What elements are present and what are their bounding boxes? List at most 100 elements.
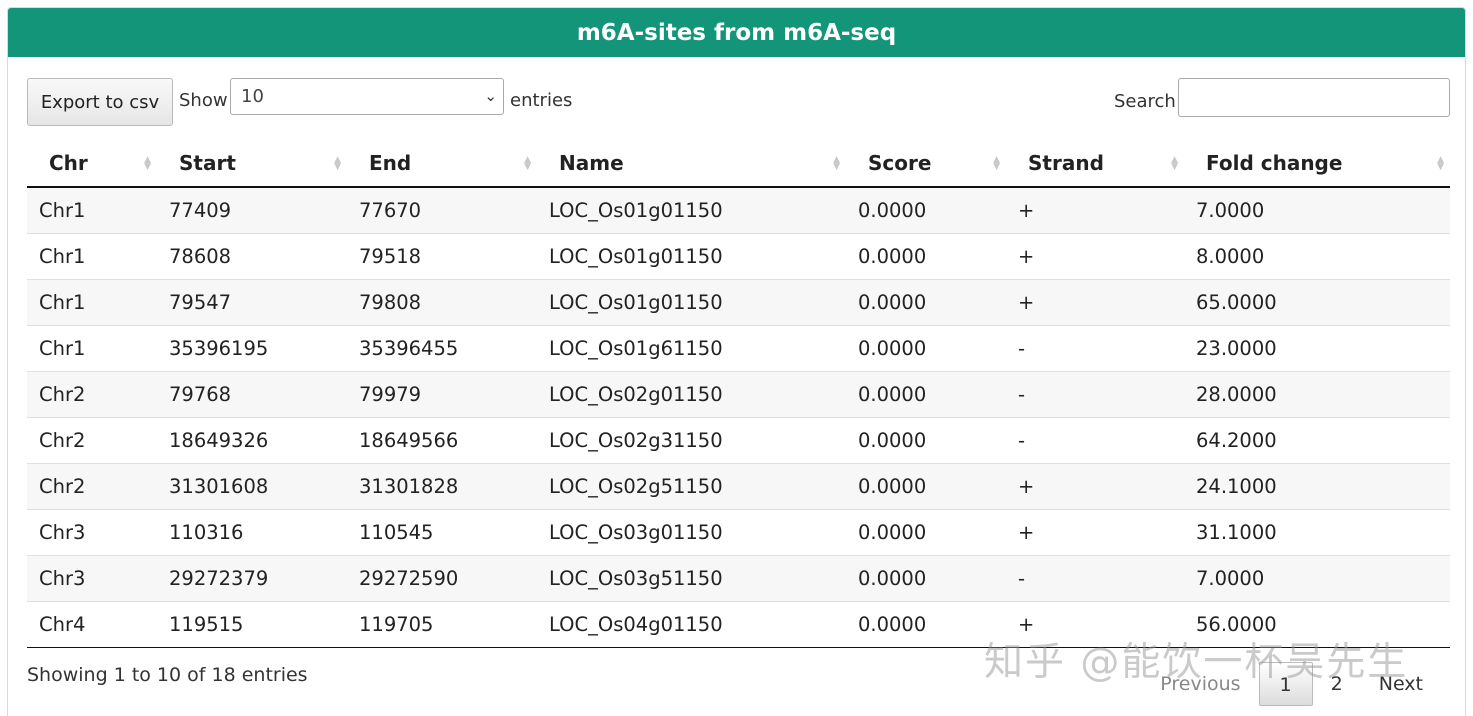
cell-chr: Chr1 bbox=[27, 187, 157, 233]
cell-fold-change: 56.0000 bbox=[1184, 600, 1450, 648]
cell-fold-change: 24.1000 bbox=[1184, 462, 1450, 509]
search-label: Search: bbox=[1114, 91, 1182, 112]
panel-title: m6A-sites from m6A-seq bbox=[8, 8, 1465, 57]
sort-icon: ▲ ▼ bbox=[144, 155, 151, 172]
cell-end: 77670 bbox=[347, 187, 537, 233]
column-header-end[interactable]: End ▲ ▼ bbox=[347, 140, 537, 188]
column-header-start[interactable]: Start ▲ ▼ bbox=[157, 140, 347, 188]
column-header-fold-change[interactable]: Fold change ▲ ▼ bbox=[1184, 140, 1450, 188]
table-row[interactable]: Chr3 110316 110545 LOC_Os03g01150 0.0000 +31.… bbox=[27, 508, 1450, 555]
cell-score: 0.0000 bbox=[846, 187, 1006, 233]
cell-strand: + bbox=[1006, 278, 1184, 325]
cell-score: 0.0000 bbox=[846, 600, 1006, 648]
cell-end: 110545 bbox=[347, 508, 537, 555]
cell-start: 35396195 bbox=[157, 324, 347, 371]
entries-per-page-select[interactable]: 10 ⌄ bbox=[230, 78, 504, 115]
cell-end: 119705 bbox=[347, 600, 537, 648]
cell-start: 18649326 bbox=[157, 416, 347, 463]
table-row[interactable]: Chr1 78608 79518 LOC_Os01g01150 0.0000 +8.000… bbox=[27, 232, 1450, 279]
cell-end: 35396455 bbox=[347, 324, 537, 371]
page-2-button[interactable]: 2 bbox=[1313, 662, 1361, 706]
table-row[interactable]: Chr2 31301608 31301828 LOC_Os02g51150 0.0000… bbox=[27, 462, 1450, 509]
cell-name: LOC_Os01g01150 bbox=[537, 232, 846, 279]
cell-chr: Chr3 bbox=[27, 508, 157, 555]
previous-page-button[interactable]: Previous bbox=[1142, 662, 1258, 706]
cell-end: 18649566 bbox=[347, 416, 537, 463]
cell-score: 0.0000 bbox=[846, 462, 1006, 509]
cell-end: 31301828 bbox=[347, 462, 537, 509]
column-header-score[interactable]: Score ▲ ▼ bbox=[846, 140, 1006, 188]
cell-strand: + bbox=[1006, 600, 1184, 648]
cell-strand: + bbox=[1006, 508, 1184, 555]
entries-per-page-value: 10 bbox=[241, 86, 264, 107]
cell-strand: - bbox=[1006, 324, 1184, 371]
cell-name: LOC_Os01g01150 bbox=[537, 187, 846, 233]
cell-chr: Chr1 bbox=[27, 324, 157, 371]
next-page-button[interactable]: Next bbox=[1361, 662, 1441, 706]
table-info: Showing 1 to 10 of 18 entries bbox=[27, 664, 308, 686]
cell-strand: - bbox=[1006, 370, 1184, 417]
data-table: Chr ▲ ▼ Start ▲ ▼ End ▲ ▼ Name ▲ ▼ Score ▲ ▼ Stran… bbox=[27, 140, 1450, 648]
cell-end: 79979 bbox=[347, 370, 537, 417]
cell-start: 119515 bbox=[157, 600, 347, 648]
cell-chr: Chr3 bbox=[27, 554, 157, 601]
cell-end: 79518 bbox=[347, 232, 537, 279]
table-row[interactable]: Chr4 119515 119705 LOC_Os04g01150 0.0000 +56.… bbox=[27, 600, 1450, 648]
table-row[interactable]: Chr3 29272379 29272590 LOC_Os03g51150 0.0000… bbox=[27, 554, 1450, 601]
cell-chr: Chr4 bbox=[27, 600, 157, 648]
column-header-chr[interactable]: Chr ▲ ▼ bbox=[27, 140, 157, 188]
column-header-strand[interactable]: Strand ▲ ▼ bbox=[1006, 140, 1184, 188]
table-header-row: Chr ▲ ▼ Start ▲ ▼ End ▲ ▼ Name ▲ ▼ Score ▲ ▼ Stran… bbox=[27, 140, 1450, 188]
cell-score: 0.0000 bbox=[846, 278, 1006, 325]
cell-fold-change: 65.0000 bbox=[1184, 278, 1450, 325]
table-row[interactable]: Chr1 35396195 35396455 LOC_Os01g61150 0.0000… bbox=[27, 324, 1450, 371]
cell-end: 29272590 bbox=[347, 554, 537, 601]
cell-name: LOC_Os03g01150 bbox=[537, 508, 846, 555]
cell-fold-change: 7.0000 bbox=[1184, 554, 1450, 601]
cell-score: 0.0000 bbox=[846, 232, 1006, 279]
show-label: Show bbox=[179, 90, 228, 111]
cell-strand: + bbox=[1006, 232, 1184, 279]
table-row[interactable]: Chr2 18649326 18649566 LOC_Os02g31150 0.0000… bbox=[27, 416, 1450, 463]
cell-start: 79768 bbox=[157, 370, 347, 417]
cell-score: 0.0000 bbox=[846, 416, 1006, 463]
pagination: Previous 1 2 Next bbox=[1142, 662, 1441, 706]
cell-start: 77409 bbox=[157, 187, 347, 233]
cell-name: LOC_Os04g01150 bbox=[537, 600, 846, 648]
cell-strand: + bbox=[1006, 187, 1184, 233]
cell-fold-change: 64.2000 bbox=[1184, 416, 1450, 463]
sort-icon: ▲ ▼ bbox=[993, 155, 1000, 172]
cell-strand: + bbox=[1006, 462, 1184, 509]
cell-name: LOC_Os01g61150 bbox=[537, 324, 846, 371]
sort-icon: ▲ ▼ bbox=[833, 155, 840, 172]
cell-chr: Chr2 bbox=[27, 416, 157, 463]
cell-chr: Chr2 bbox=[27, 370, 157, 417]
page-1-button[interactable]: 1 bbox=[1258, 662, 1313, 706]
cell-fold-change: 23.0000 bbox=[1184, 324, 1450, 371]
cell-chr: Chr2 bbox=[27, 462, 157, 509]
cell-score: 0.0000 bbox=[846, 324, 1006, 371]
cell-end: 79808 bbox=[347, 278, 537, 325]
cell-strand: - bbox=[1006, 554, 1184, 601]
column-header-name[interactable]: Name ▲ ▼ bbox=[537, 140, 846, 188]
cell-fold-change: 28.0000 bbox=[1184, 370, 1450, 417]
cell-start: 29272379 bbox=[157, 554, 347, 601]
cell-score: 0.0000 bbox=[846, 370, 1006, 417]
table-row[interactable]: Chr1 79547 79808 LOC_Os01g01150 0.0000 +65.00… bbox=[27, 278, 1450, 325]
export-csv-button[interactable]: Export to csv bbox=[27, 78, 173, 126]
table-row[interactable]: Chr1 77409 77670 LOC_Os01g01150 0.0000 +7.000… bbox=[27, 187, 1450, 233]
cell-fold-change: 8.0000 bbox=[1184, 232, 1450, 279]
chevron-down-icon: ⌄ bbox=[484, 87, 497, 105]
sort-icon: ▲ ▼ bbox=[524, 155, 531, 172]
sort-icon: ▲ ▼ bbox=[1437, 155, 1444, 172]
cell-strand: - bbox=[1006, 416, 1184, 463]
table-row[interactable]: Chr2 79768 79979 LOC_Os02g01150 0.0000-28.00… bbox=[27, 370, 1450, 417]
search-input[interactable] bbox=[1178, 78, 1450, 117]
cell-fold-change: 31.1000 bbox=[1184, 508, 1450, 555]
cell-name: LOC_Os02g01150 bbox=[537, 370, 846, 417]
cell-start: 31301608 bbox=[157, 462, 347, 509]
cell-start: 78608 bbox=[157, 232, 347, 279]
cell-name: LOC_Os01g01150 bbox=[537, 278, 846, 325]
cell-chr: Chr1 bbox=[27, 278, 157, 325]
cell-score: 0.0000 bbox=[846, 508, 1006, 555]
